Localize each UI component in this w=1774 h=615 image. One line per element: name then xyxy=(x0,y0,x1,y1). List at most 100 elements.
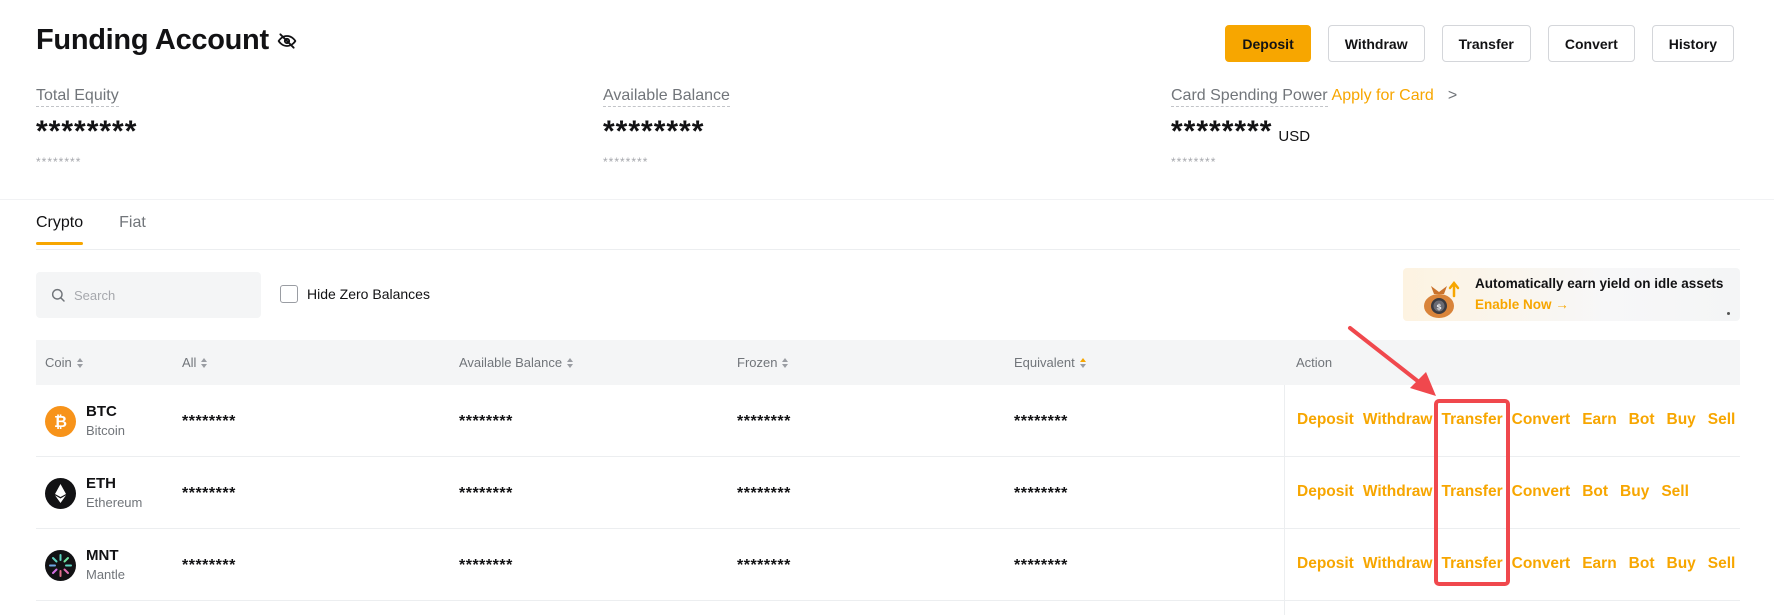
sort-icon xyxy=(782,357,789,368)
annotation-arrow-icon xyxy=(1348,326,1436,396)
eye-off-icon[interactable] xyxy=(277,31,297,51)
page-title: Funding Account xyxy=(36,24,297,57)
col-coin[interactable]: Coin xyxy=(45,355,83,370)
page-title-text: Funding Account xyxy=(36,24,269,56)
all-value: ******** xyxy=(182,413,236,430)
col-available[interactable]: Available Balance xyxy=(459,355,574,370)
withdraw-action[interactable]: Withdraw xyxy=(1363,555,1433,573)
eth-icon xyxy=(45,478,76,509)
transfer-button[interactable]: Transfer xyxy=(1441,25,1531,62)
col-all-label: All xyxy=(182,355,197,370)
convert-action[interactable]: Convert xyxy=(1512,411,1571,429)
frozen-value: ******** xyxy=(737,413,791,430)
buy-action[interactable]: Buy xyxy=(1667,411,1696,429)
col-all[interactable]: All xyxy=(182,355,208,370)
deposit-action[interactable]: Deposit xyxy=(1297,483,1354,501)
tab-underline-divider xyxy=(36,249,1740,250)
chevron-right-icon[interactable]: > xyxy=(1448,87,1457,104)
withdraw-action[interactable]: Withdraw xyxy=(1363,411,1433,429)
tab-fiat[interactable]: Fiat xyxy=(119,214,146,245)
promo-title: Automatically earn yield on idle assets xyxy=(1475,276,1724,291)
transfer-highlight-box xyxy=(1434,399,1510,586)
hide-zero-checkbox[interactable] xyxy=(280,285,298,303)
all-value: ******** xyxy=(182,557,236,574)
row-actions: Deposit Withdraw Transfer Convert Earn B… xyxy=(1297,555,1735,573)
coin-symbol: ETH xyxy=(86,475,116,492)
col-equivalent[interactable]: Equivalent xyxy=(1014,355,1086,370)
card-spending-label: Card Spending Power xyxy=(1171,87,1328,107)
all-value: ******** xyxy=(182,485,236,502)
total-equity-sub: ******** xyxy=(36,155,82,169)
asset-tabs: Crypto Fiat xyxy=(36,214,146,245)
available-balance-value: ******** xyxy=(603,115,705,148)
withdraw-action[interactable]: Withdraw xyxy=(1363,483,1433,501)
convert-action[interactable]: Convert xyxy=(1512,555,1571,573)
withdraw-button[interactable]: Withdraw xyxy=(1327,25,1425,62)
deposit-button[interactable]: Deposit xyxy=(1225,25,1311,62)
sell-action[interactable]: Sell xyxy=(1661,483,1689,501)
card-spending-unit: USD xyxy=(1278,128,1311,145)
card-spending-value: ******** USD xyxy=(1171,115,1457,149)
equivalent-value: ******** xyxy=(1014,413,1068,430)
available-value: ******** xyxy=(459,557,513,574)
hide-zero-label: Hide Zero Balances xyxy=(307,286,430,302)
frozen-value: ******** xyxy=(737,557,791,574)
total-equity-value: ******** xyxy=(36,115,138,148)
buy-action[interactable]: Buy xyxy=(1620,483,1649,501)
coin-symbol: MNT xyxy=(86,547,119,564)
sort-icon xyxy=(1079,357,1086,368)
equivalent-value: ******** xyxy=(1014,557,1068,574)
convert-button[interactable]: Convert xyxy=(1547,25,1635,62)
apply-for-card-link[interactable]: Apply for Card xyxy=(1332,87,1434,104)
coin-name: Mantle xyxy=(86,567,126,582)
search-box[interactable] xyxy=(36,272,261,318)
sort-icon xyxy=(76,357,83,368)
search-icon xyxy=(51,288,65,302)
available-balance-label: Available Balance xyxy=(603,87,730,107)
mnt-icon xyxy=(45,550,76,581)
section-divider xyxy=(0,199,1774,200)
header-actions: Deposit Withdraw Transfer Convert Histor… xyxy=(1225,25,1734,62)
convert-action[interactable]: Convert xyxy=(1512,483,1571,501)
table-header: Coin All Available Balance Frozen Equiva… xyxy=(36,340,1740,385)
sort-icon xyxy=(567,357,574,368)
sell-action[interactable]: Sell xyxy=(1708,555,1736,573)
tab-crypto[interactable]: Crypto xyxy=(36,214,84,245)
col-frozen[interactable]: Frozen xyxy=(737,355,789,370)
col-available-label: Available Balance xyxy=(459,355,563,370)
svg-text:$: $ xyxy=(1436,303,1442,312)
sell-action[interactable]: Sell xyxy=(1708,411,1736,429)
search-input[interactable] xyxy=(74,287,244,303)
bot-action[interactable]: Bot xyxy=(1629,411,1655,429)
col-action: Action xyxy=(1296,355,1332,370)
coin-name: Bitcoin xyxy=(86,423,126,438)
col-frozen-label: Frozen xyxy=(737,355,778,370)
deposit-action[interactable]: Deposit xyxy=(1297,411,1354,429)
earn-promo-banner[interactable]: $ Automatically earn yield on idle asset… xyxy=(1403,268,1740,321)
available-value: ******** xyxy=(459,485,513,502)
earn-action[interactable]: Earn xyxy=(1582,411,1616,429)
total-equity: Total Equity ******** ******** xyxy=(36,87,137,169)
coin-symbol: BTC xyxy=(86,403,117,420)
available-balance: Available Balance ******** ******** xyxy=(603,87,730,169)
svg-text:₿: ₿ xyxy=(54,412,67,431)
earn-action[interactable]: Earn xyxy=(1582,555,1616,573)
enable-now-link[interactable]: Enable Now → xyxy=(1475,297,1569,312)
bot-action[interactable]: Bot xyxy=(1629,555,1655,573)
total-equity-label: Total Equity xyxy=(36,87,119,107)
col-action-label: Action xyxy=(1296,355,1333,370)
buy-action[interactable]: Buy xyxy=(1667,555,1696,573)
coin-name: Ethereum xyxy=(86,495,143,510)
btc-icon: ₿ xyxy=(45,406,76,437)
money-bag-icon: $ xyxy=(1424,280,1460,318)
bot-action[interactable]: Bot xyxy=(1582,483,1608,501)
deposit-action[interactable]: Deposit xyxy=(1297,555,1354,573)
available-balance-sub: ******** xyxy=(603,155,649,169)
sort-icon xyxy=(201,357,208,368)
equivalent-value: ******** xyxy=(1014,485,1068,502)
card-spending-sub: ******** xyxy=(1171,155,1217,169)
card-spending-amount: ******** xyxy=(1171,115,1273,148)
hide-zero-balances-toggle[interactable]: Hide Zero Balances xyxy=(280,285,430,303)
available-value: ******** xyxy=(459,413,513,430)
history-button[interactable]: History xyxy=(1651,25,1734,62)
